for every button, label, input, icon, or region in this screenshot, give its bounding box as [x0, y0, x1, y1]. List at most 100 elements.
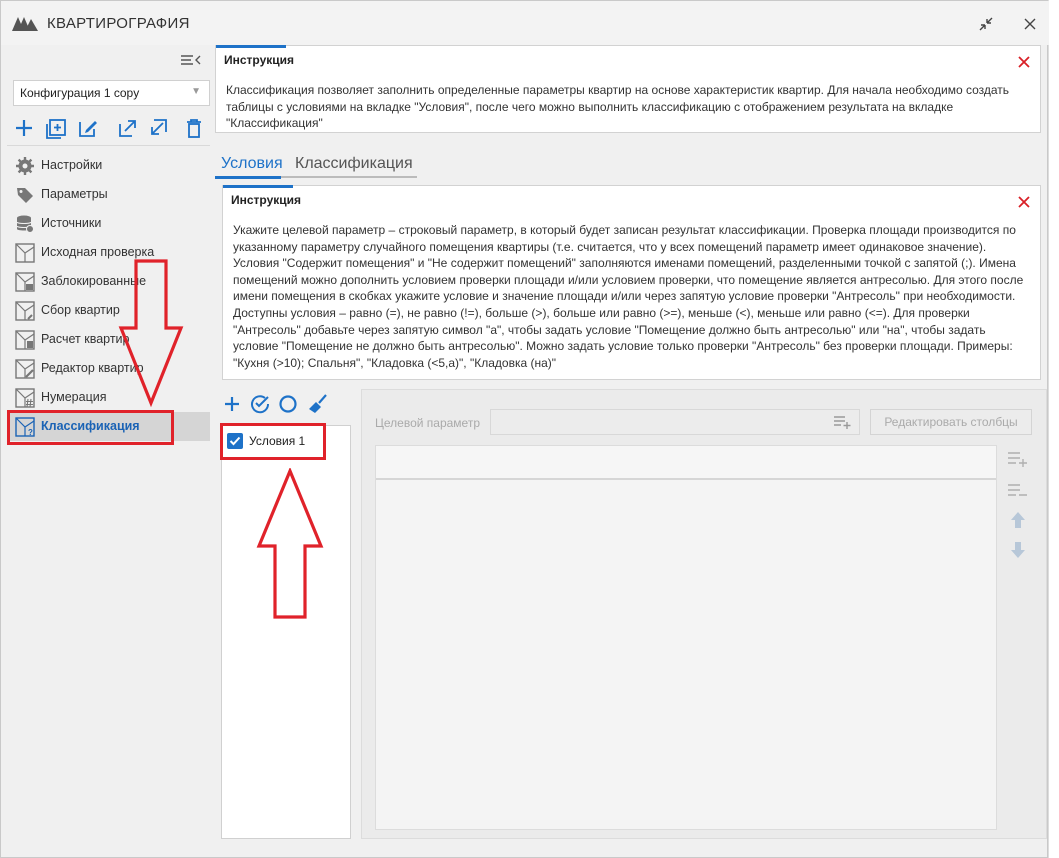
tags-icon — [17, 188, 33, 203]
sidebar-item-apartment-editor[interactable]: Редактор квартир — [7, 354, 210, 383]
main-content: Инструкция Классификация позволяет запол… — [215, 45, 1047, 850]
move-down-button[interactable] — [1007, 540, 1029, 560]
conditions-list: Условия 1 — [221, 425, 351, 839]
configuration-select-value: Конфигурация 1 copy — [20, 86, 140, 100]
sidebar-item-label: Классификация — [41, 419, 140, 433]
circle-icon — [279, 395, 297, 413]
import-icon — [151, 119, 167, 135]
delete-config-button[interactable] — [181, 115, 207, 141]
sidebar-item-label: Параметры — [41, 187, 108, 201]
sidebar-item-label: Сбор квартир — [41, 303, 120, 317]
menu-collapse-icon — [181, 55, 201, 65]
list-add-icon — [834, 416, 851, 429]
app-window: КВАРТИРОГРАФИЯ Конфигурация 1 copy ▼ Нас… — [0, 0, 1049, 858]
svg-text:?: ? — [28, 428, 33, 437]
instruction-title: Инструкция — [231, 193, 302, 207]
plan-classify-icon: ? — [15, 417, 35, 437]
sidebar-collapse-button[interactable] — [178, 49, 204, 71]
check-all-button[interactable] — [249, 393, 273, 415]
sidebar-item-label: Настройки — [41, 158, 103, 172]
plan-number-icon — [15, 388, 35, 408]
remove-row-button[interactable] — [1007, 480, 1029, 500]
condition-checkbox[interactable] — [227, 433, 243, 449]
close-icon — [1018, 56, 1030, 68]
sidebar-item-label: Редактор квартир — [41, 361, 144, 375]
sidebar-item-classification[interactable]: ? Классификация — [7, 412, 210, 441]
sidebar-item-label: Источники — [41, 216, 102, 230]
arrow-down-icon — [1011, 542, 1025, 558]
duplicate-icon — [46, 119, 66, 139]
plus-icon — [225, 397, 239, 411]
add-condition-button[interactable] — [221, 393, 245, 415]
app-logo-icon — [12, 17, 38, 31]
instruction-accent — [223, 185, 293, 188]
title-bar: КВАРТИРОГРАФИЯ — [1, 1, 1049, 45]
plan-calc-icon — [15, 330, 35, 350]
tab-active-indicator — [215, 176, 281, 179]
trash-icon — [187, 119, 201, 138]
instruction-panel-top: Инструкция Классификация позволяет запол… — [215, 45, 1041, 133]
sidebar-item-initial-check[interactable]: Исходная проверка — [7, 238, 210, 267]
sidebar-item-label: Исходная проверка — [41, 245, 155, 259]
sidebar-divider — [7, 145, 210, 146]
plan-lock-icon — [15, 272, 35, 292]
sidebar: Конфигурация 1 copy ▼ Настройки Параметр… — [7, 45, 210, 850]
checkmark-icon — [229, 436, 241, 446]
condition-item[interactable]: Условия 1 — [227, 432, 305, 450]
instruction-panel-conditions: Инструкция Укажите целевой параметр – ст… — [222, 185, 1041, 380]
plan-collect-icon — [15, 301, 35, 321]
edit-columns-button[interactable]: Редактировать столбцы — [870, 409, 1032, 435]
instruction-title: Инструкция — [224, 53, 295, 67]
export-config-button[interactable] — [115, 115, 141, 141]
target-parameter-input[interactable] — [490, 409, 860, 435]
export-icon — [119, 120, 136, 137]
sidebar-item-numbering[interactable]: Нумерация — [7, 383, 210, 412]
add-config-button[interactable] — [11, 115, 37, 141]
window-title: КВАРТИРОГРАФИЯ — [47, 15, 190, 32]
close-icon — [1018, 196, 1030, 208]
plan-check-icon — [15, 243, 35, 263]
configuration-select[interactable]: Конфигурация 1 copy ▼ — [13, 80, 210, 106]
gear-icon — [16, 157, 34, 175]
background-window-right — [1048, 0, 1059, 858]
sidebar-item-collect-apartments[interactable]: Сбор квартир — [7, 296, 210, 325]
sidebar-item-blocked[interactable]: Заблокированные — [7, 267, 210, 296]
add-row-button[interactable] — [1007, 448, 1029, 468]
condition-item-label: Условия 1 — [249, 434, 306, 448]
clear-button[interactable] — [307, 393, 331, 415]
collapse-arrows-icon — [979, 17, 993, 31]
sidebar-item-label: Нумерация — [41, 390, 107, 404]
instruction-text: Укажите целевой параметр – строковый пар… — [233, 223, 1024, 370]
close-icon — [1024, 18, 1036, 30]
restore-button[interactable] — [973, 11, 999, 37]
conditions-grid — [375, 445, 997, 830]
sidebar-item-settings[interactable]: Настройки — [7, 151, 210, 180]
uncheck-all-button[interactable] — [277, 393, 301, 415]
plus-icon — [16, 120, 32, 136]
close-instruction-button[interactable] — [1016, 54, 1032, 70]
import-config-button[interactable] — [145, 115, 171, 141]
edit-config-button[interactable] — [75, 115, 101, 141]
chevron-down-icon: ▼ — [191, 86, 201, 97]
sidebar-item-parameters[interactable]: Параметры — [7, 180, 210, 209]
condition-editor: Целевой параметр Редактировать столбцы — [361, 389, 1047, 839]
sidebar-item-label: Заблокированные — [41, 274, 147, 288]
list-add-icon — [1008, 452, 1027, 467]
instruction-text: Классификация позволяет заполнить опреде… — [226, 83, 1010, 131]
sidebar-item-sources[interactable]: Источники — [7, 209, 210, 238]
check-all-icon — [251, 395, 270, 414]
sidebar-item-calc-apartments[interactable]: Расчет квартир — [7, 325, 210, 354]
target-parameter-label: Целевой параметр — [375, 416, 480, 430]
move-up-button[interactable] — [1007, 510, 1029, 530]
edit-icon — [79, 121, 97, 137]
list-remove-icon — [1008, 484, 1027, 496]
close-window-button[interactable] — [1017, 11, 1043, 37]
grid-header — [376, 446, 996, 480]
sidebar-item-label: Расчет квартир — [41, 332, 130, 346]
copy-config-button[interactable] — [43, 115, 69, 141]
arrow-up-icon — [1011, 512, 1025, 528]
sidebar-nav: Настройки Параметры Источники Исходная п… — [7, 151, 210, 441]
plan-edit-icon — [15, 359, 35, 379]
close-instruction-button[interactable] — [1016, 194, 1032, 210]
database-icon — [16, 215, 34, 233]
